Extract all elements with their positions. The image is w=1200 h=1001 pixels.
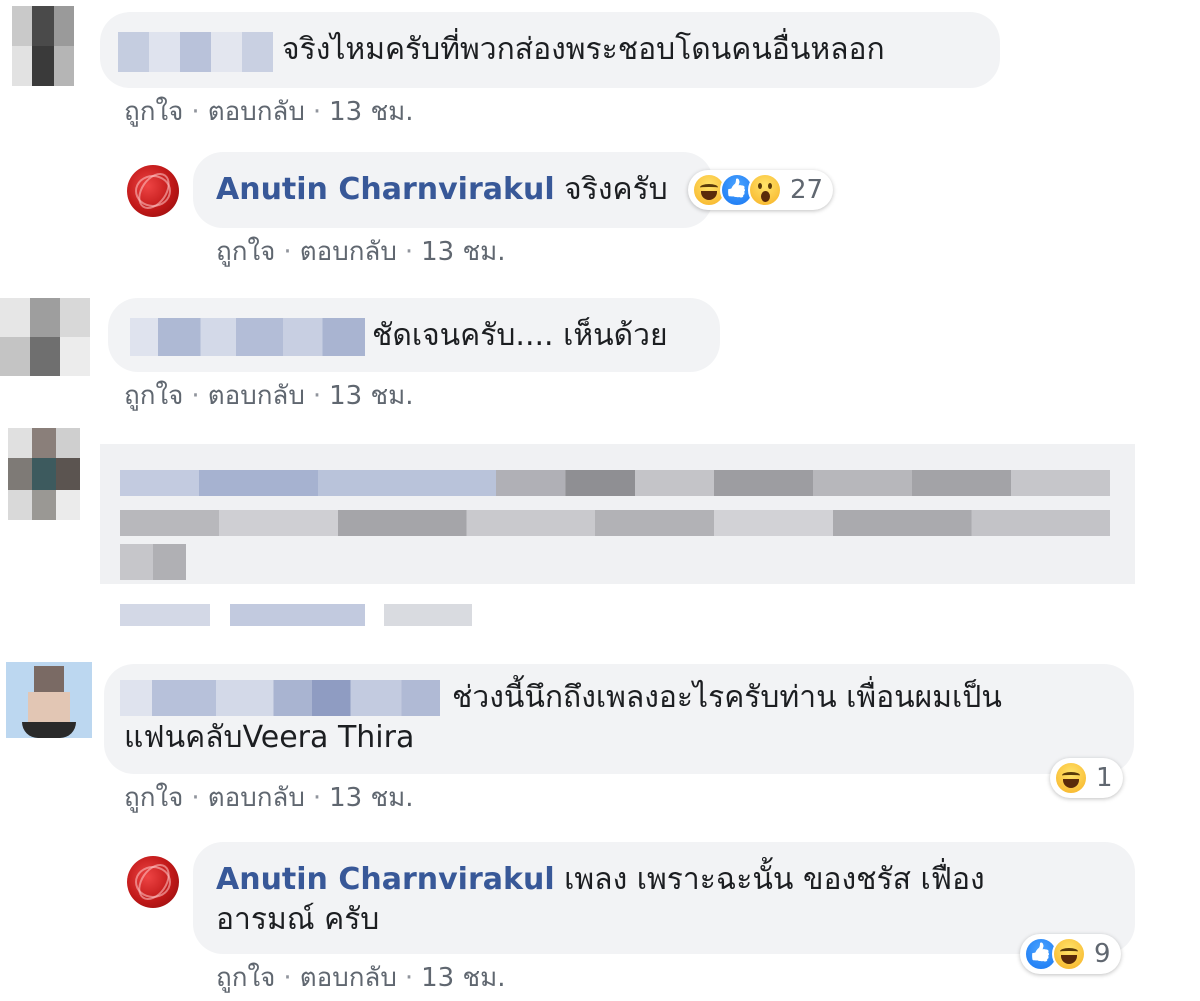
- like-link[interactable]: ถูกใจ: [124, 381, 183, 411]
- separator: ·: [191, 783, 200, 813]
- reply-link[interactable]: ตอบกลับ: [300, 237, 397, 267]
- haha-icon: [1052, 937, 1086, 971]
- separator: ·: [404, 237, 414, 267]
- reaction-summary[interactable]: 27: [688, 170, 834, 210]
- separator: ·: [312, 783, 322, 813]
- reaction-summary[interactable]: 9: [1020, 934, 1121, 974]
- timestamp[interactable]: 13 ชม.: [329, 97, 413, 127]
- like-link[interactable]: ถูกใจ: [216, 237, 275, 267]
- blurred-text-line: [120, 470, 1110, 496]
- comment-actions: ถูกใจ · ตอบกลับ · 13 ชม.: [124, 782, 414, 814]
- blurred-author-name: [120, 680, 440, 716]
- avatar[interactable]: [127, 856, 179, 908]
- reaction-count: 1: [1096, 763, 1113, 793]
- reply-link[interactable]: ตอบกลับ: [300, 963, 397, 993]
- comment-text-line1: ช่วงนี้นึกถึงเพลงอะไรครับท่าน เพื่อนผมเป…: [452, 680, 1002, 715]
- separator: ·: [283, 963, 292, 993]
- comment-actions: ถูกใจ · ตอบกลับ · 13 ชม.: [124, 380, 414, 412]
- reply-body: เพลง เพราะฉะนั้น ของชรัส เฟื่อง: [564, 862, 985, 897]
- like-link[interactable]: ถูกใจ: [216, 963, 275, 993]
- reply-body: จริงครับ: [564, 172, 668, 207]
- reaction-summary[interactable]: 1: [1050, 758, 1123, 798]
- author-name[interactable]: Anutin Charnvirakul: [216, 172, 555, 207]
- comment-actions: ถูกใจ · ตอบกลับ · 13 ชม.: [124, 96, 414, 128]
- wow-icon: [748, 173, 782, 207]
- blurred-actions: [120, 604, 210, 626]
- author-name[interactable]: Anutin Charnvirakul: [216, 862, 555, 897]
- separator: ·: [283, 237, 292, 267]
- like-link[interactable]: ถูกใจ: [124, 783, 183, 813]
- separator: ·: [191, 97, 200, 127]
- avatar[interactable]: [0, 298, 90, 376]
- haha-icon: [1054, 761, 1088, 795]
- reply-text-line2: อารมณ์ ครับ: [216, 902, 380, 937]
- avatar[interactable]: [6, 662, 92, 738]
- comment-text: จริงไหมครับที่พวกส่องพระชอบโดนคนอื่นหลอก: [282, 32, 885, 67]
- reply-actions: ถูกใจ · ตอบกลับ · 13 ชม.: [216, 962, 506, 994]
- like-link[interactable]: ถูกใจ: [124, 97, 183, 127]
- reply-actions: ถูกใจ · ตอบกลับ · 13 ชม.: [216, 236, 506, 268]
- reaction-count: 9: [1094, 939, 1111, 969]
- blurred-actions: [230, 604, 365, 626]
- timestamp[interactable]: 13 ชม.: [421, 963, 505, 993]
- timestamp[interactable]: 13 ชม.: [329, 783, 413, 813]
- reply-link[interactable]: ตอบกลับ: [208, 381, 305, 411]
- blurred-text-line: [120, 510, 1110, 536]
- comment-text-line2: แฟนคลับVeera Thira: [124, 720, 415, 755]
- separator: ·: [191, 381, 200, 411]
- blurred-author-name: [130, 318, 365, 356]
- separator: ·: [404, 963, 414, 993]
- timestamp[interactable]: 13 ชม.: [329, 381, 413, 411]
- reply-link[interactable]: ตอบกลับ: [208, 97, 305, 127]
- reply-text-line1: Anutin Charnvirakul เพลง เพราะฉะนั้น ของ…: [216, 860, 985, 900]
- reply-text: Anutin Charnvirakul จริงครับ: [216, 170, 668, 210]
- blurred-author-name: [118, 32, 273, 72]
- blurred-actions: [384, 604, 472, 626]
- reaction-count: 27: [790, 175, 824, 205]
- separator: ·: [312, 97, 322, 127]
- avatar[interactable]: [12, 6, 74, 86]
- separator: ·: [312, 381, 322, 411]
- avatar[interactable]: [8, 428, 80, 520]
- comment-text: ชัดเจนครับ.... เห็นด้วย: [372, 318, 668, 353]
- reply-link[interactable]: ตอบกลับ: [208, 783, 305, 813]
- avatar[interactable]: [127, 165, 179, 217]
- blurred-text-line: [120, 544, 186, 580]
- timestamp[interactable]: 13 ชม.: [421, 237, 505, 267]
